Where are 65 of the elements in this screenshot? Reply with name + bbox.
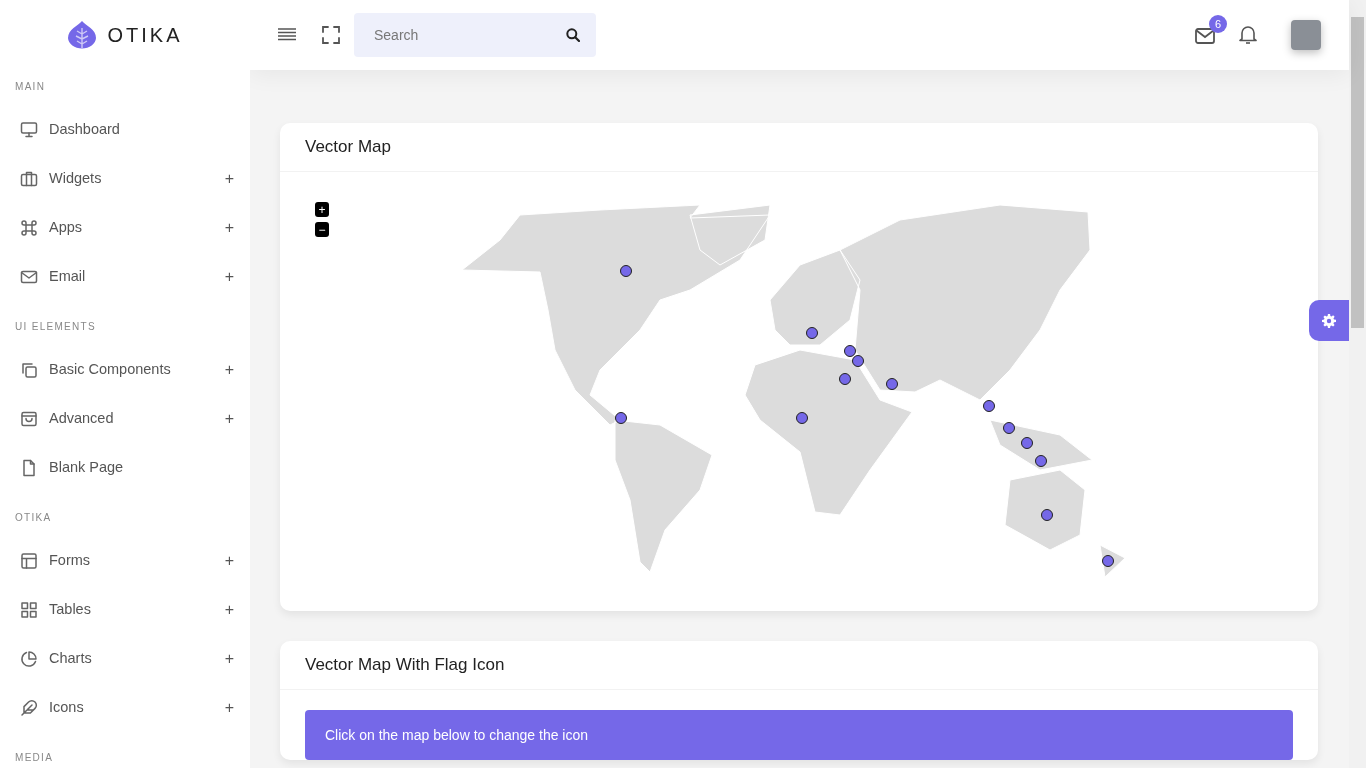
briefcase-icon <box>20 169 38 188</box>
expand-toggle[interactable]: + <box>224 646 234 671</box>
map-marker[interactable] <box>839 373 851 385</box>
fullscreen-icon[interactable] <box>322 26 340 44</box>
map-marker[interactable] <box>796 412 808 424</box>
search-icon[interactable] <box>566 28 580 42</box>
map-marker[interactable] <box>1041 509 1053 521</box>
bell-icon[interactable] <box>1239 25 1257 45</box>
section-heading: UI ELEMENTS <box>14 320 97 334</box>
search-field[interactable]: Search <box>354 13 596 57</box>
command-icon <box>20 218 38 237</box>
expand-toggle[interactable]: + <box>224 357 234 382</box>
sidebar-item[interactable]: Email + <box>0 252 250 301</box>
map-marker[interactable] <box>886 378 898 390</box>
expand-toggle[interactable]: + <box>224 406 234 431</box>
card-title: Vector Map <box>305 136 391 159</box>
settings-button[interactable] <box>1309 300 1349 341</box>
grid-icon <box>20 600 38 619</box>
map-marker[interactable] <box>806 327 818 339</box>
map-marker[interactable] <box>620 265 632 277</box>
settings-icon <box>1322 313 1336 328</box>
map-marker[interactable] <box>1035 455 1047 467</box>
scrollbar-thumb[interactable] <box>1351 17 1364 328</box>
map-marker[interactable] <box>1021 437 1033 449</box>
menu-icon[interactable] <box>278 28 296 42</box>
file-icon <box>20 458 38 477</box>
sidebar-item[interactable]: Charts + <box>0 634 250 683</box>
bag-icon <box>20 409 38 428</box>
sidebar-item[interactable]: Tables + <box>0 585 250 634</box>
expand-toggle[interactable]: + <box>224 695 234 720</box>
expand-toggle[interactable]: + <box>224 215 234 240</box>
section-heading: MAIN <box>14 80 47 94</box>
feather-icon <box>20 698 38 717</box>
expand-toggle[interactable]: + <box>224 264 234 289</box>
map-marker[interactable] <box>1003 422 1015 434</box>
card-title: Vector Map With Flag Icon <box>305 654 505 677</box>
map-marker[interactable] <box>844 345 856 357</box>
copy-icon <box>20 360 38 379</box>
sidebar-item[interactable]: Dashboard <box>0 105 250 154</box>
map-marker[interactable] <box>983 400 995 412</box>
brand-name: OTIKA <box>107 23 183 48</box>
sidebar-item[interactable]: Advanced + <box>0 394 250 443</box>
sidebar-item[interactable]: Blank Page <box>0 443 250 492</box>
pie-chart-icon <box>20 649 38 668</box>
expand-toggle[interactable]: + <box>224 548 234 573</box>
zoom-in-button[interactable]: + <box>315 202 329 217</box>
monitor-icon <box>20 120 38 139</box>
mail-icon[interactable] <box>1195 27 1215 44</box>
info-alert: Click on the map below to change the icon <box>305 710 1293 760</box>
expand-toggle[interactable]: + <box>224 166 234 191</box>
leaf-logo-icon <box>67 20 98 50</box>
sidebar-item[interactable]: Icons + <box>0 683 250 732</box>
sidebar-item[interactable]: Apps + <box>0 203 250 252</box>
sidebar-item[interactable]: Forms + <box>0 536 250 585</box>
zoom-out-button[interactable]: − <box>315 222 329 237</box>
sidebar-item[interactable]: Basic Components + <box>0 345 250 394</box>
sidebar-item[interactable]: Widgets + <box>0 154 250 203</box>
expand-toggle[interactable]: + <box>224 597 234 622</box>
map-marker[interactable] <box>852 355 864 367</box>
notification-count: 6 <box>1209 14 1227 33</box>
map-marker[interactable] <box>1102 555 1114 567</box>
map-marker[interactable] <box>615 412 627 424</box>
section-heading: OTIKA <box>14 511 53 525</box>
layout-icon <box>20 551 38 570</box>
section-heading: MEDIA <box>14 751 55 765</box>
